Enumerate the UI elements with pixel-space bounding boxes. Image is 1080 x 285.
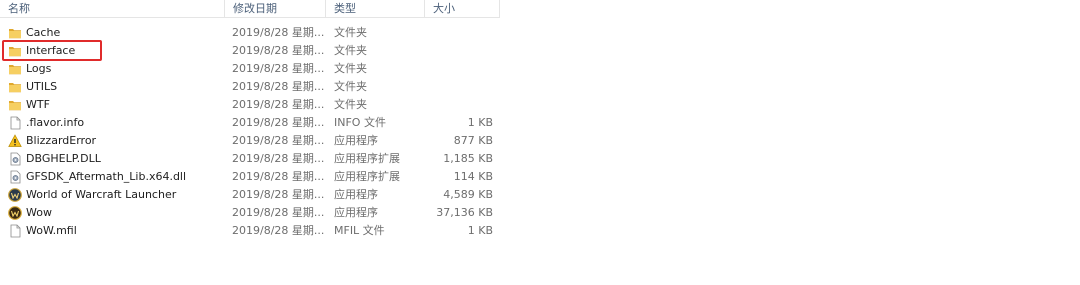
- file-row[interactable]: Logs 2019/8/28 星期... 文件夹: [0, 60, 500, 78]
- file-row[interactable]: .flavor.info 2019/8/28 星期... INFO 文件 1 KB: [0, 114, 500, 132]
- file-name-cell[interactable]: WoW.mfil: [8, 222, 223, 240]
- file-date: 2019/8/28 星期...: [232, 206, 324, 219]
- file-name-cell[interactable]: UTILS: [8, 78, 223, 96]
- file-name: Logs: [26, 62, 52, 75]
- file-date: 2019/8/28 星期...: [232, 224, 324, 237]
- file-name: Wow: [26, 206, 52, 219]
- dll-icon: [8, 170, 22, 184]
- file-size: [425, 24, 493, 42]
- file-name-cell[interactable]: Interface: [8, 42, 223, 60]
- file-row[interactable]: Wow 2019/8/28 星期... 应用程序 37,136 KB: [0, 204, 500, 222]
- file-name-cell[interactable]: World of Warcraft Launcher: [8, 186, 223, 204]
- folder-icon: [8, 62, 22, 76]
- column-header-name[interactable]: 名称: [0, 0, 225, 17]
- file-name-cell[interactable]: Cache: [8, 24, 223, 42]
- file-date: 2019/8/28 星期...: [232, 134, 324, 147]
- file-name-cell[interactable]: Wow: [8, 204, 223, 222]
- file-row[interactable]: GFSDK_Aftermath_Lib.x64.dll 2019/8/28 星期.…: [0, 168, 500, 186]
- file-date: 2019/8/28 星期...: [232, 152, 324, 165]
- file-type: 文件夹: [334, 80, 367, 93]
- file-row[interactable]: WTF 2019/8/28 星期... 文件夹: [0, 96, 500, 114]
- file-type: 应用程序: [334, 134, 378, 147]
- wow-launcher-icon: [8, 188, 22, 202]
- file-name: Interface: [26, 44, 76, 57]
- file-name: Cache: [26, 26, 61, 39]
- warning-icon: [8, 134, 22, 148]
- file-name-cell[interactable]: BlizzardError: [8, 132, 223, 150]
- file-list: Cache 2019/8/28 星期... 文件夹 Interface 2019/8/2…: [0, 24, 500, 240]
- file-row[interactable]: Interface 2019/8/28 星期... 文件夹: [0, 42, 500, 60]
- file-size: 1 KB: [467, 224, 493, 237]
- file-name: GFSDK_Aftermath_Lib.x64.dll: [26, 170, 187, 183]
- folder-icon: [8, 44, 22, 58]
- file-name: World of Warcraft Launcher: [26, 188, 177, 201]
- column-header-bar: 名称 修改日期 类型 大小: [0, 0, 500, 18]
- file-name: UTILS: [26, 80, 58, 93]
- file-name: .flavor.info: [26, 116, 85, 129]
- file-date: 2019/8/28 星期...: [232, 26, 324, 39]
- file-type: 应用程序: [334, 188, 378, 201]
- column-header-size[interactable]: 大小: [425, 0, 500, 17]
- file-size: 114 KB: [453, 170, 493, 183]
- file-type: 应用程序: [334, 206, 378, 219]
- file-name: WoW.mfil: [26, 224, 77, 237]
- file-date: 2019/8/28 星期...: [232, 44, 324, 57]
- file-size: 877 KB: [453, 134, 493, 147]
- folder-icon: [8, 26, 22, 40]
- file-type: 应用程序扩展: [334, 152, 400, 165]
- folder-icon: [8, 80, 22, 94]
- dll-icon: [8, 152, 22, 166]
- file-row[interactable]: WoW.mfil 2019/8/28 星期... MFIL 文件 1 KB: [0, 222, 500, 240]
- file-row[interactable]: DBGHELP.DLL 2019/8/28 星期... 应用程序扩展 1,185 KB: [0, 150, 500, 168]
- file-size: 1 KB: [467, 116, 493, 129]
- file-name-cell[interactable]: GFSDK_Aftermath_Lib.x64.dll: [8, 168, 223, 186]
- file-name: WTF: [26, 98, 50, 111]
- file-type: MFIL 文件: [334, 224, 385, 237]
- file-name-cell[interactable]: Logs: [8, 60, 223, 78]
- file-name-cell[interactable]: DBGHELP.DLL: [8, 150, 223, 168]
- file-type: 文件夹: [334, 62, 367, 75]
- file-size: 37,136 KB: [436, 206, 493, 219]
- file-type: 文件夹: [334, 44, 367, 57]
- folder-icon: [8, 98, 22, 112]
- file-row[interactable]: World of Warcraft Launcher 2019/8/28 星期..…: [0, 186, 500, 204]
- file-name-cell[interactable]: WTF: [8, 96, 223, 114]
- file-size: [425, 60, 493, 78]
- file-row[interactable]: Cache 2019/8/28 星期... 文件夹: [0, 24, 500, 42]
- file-size: [425, 78, 493, 96]
- file-date: 2019/8/28 星期...: [232, 98, 324, 111]
- file-type: INFO 文件: [334, 116, 386, 129]
- file-date: 2019/8/28 星期...: [232, 188, 324, 201]
- wow-icon: [8, 206, 22, 220]
- column-header-type[interactable]: 类型: [326, 0, 425, 17]
- file-size: 4,589 KB: [443, 188, 493, 201]
- file-icon: [8, 224, 22, 238]
- file-date: 2019/8/28 星期...: [232, 62, 324, 75]
- file-date: 2019/8/28 星期...: [232, 116, 324, 129]
- file-size: 1,185 KB: [443, 152, 493, 165]
- file-type: 文件夹: [334, 26, 367, 39]
- file-icon: [8, 116, 22, 130]
- file-type: 文件夹: [334, 98, 367, 111]
- column-header-date[interactable]: 修改日期: [225, 0, 326, 17]
- file-row[interactable]: UTILS 2019/8/28 星期... 文件夹: [0, 78, 500, 96]
- file-name-cell[interactable]: .flavor.info: [8, 114, 223, 132]
- file-row[interactable]: BlizzardError 2019/8/28 星期... 应用程序 877 KB: [0, 132, 500, 150]
- file-size: [425, 96, 493, 114]
- file-name: DBGHELP.DLL: [26, 152, 101, 165]
- file-size: [425, 42, 493, 60]
- file-type: 应用程序扩展: [334, 170, 400, 183]
- file-date: 2019/8/28 星期...: [232, 80, 324, 93]
- file-date: 2019/8/28 星期...: [232, 170, 324, 183]
- file-name: BlizzardError: [26, 134, 97, 147]
